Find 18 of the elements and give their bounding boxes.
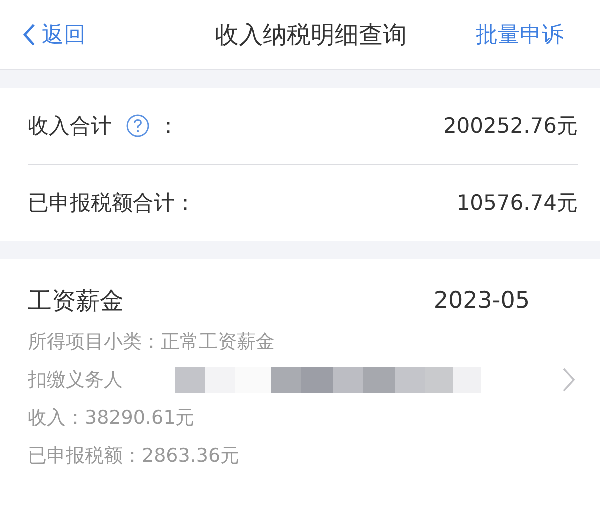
summary-label: 收入合计 bbox=[28, 113, 112, 140]
record-detail: 所得项目小类：正常工资薪金 bbox=[28, 330, 275, 355]
record-title: 工资薪金 bbox=[28, 286, 124, 317]
record-period: 2023-05 bbox=[434, 288, 530, 314]
income-record-card[interactable]: 工资薪金 2023-05 所得项目小类：正常工资薪金 扣缴义务人 收入：38290.61元 已申报税额：2863.36元 bbox=[0, 259, 600, 505]
chevron-right-icon[interactable] bbox=[562, 367, 576, 393]
colon-label: ： bbox=[158, 113, 179, 140]
record-detail: 已申报税额：2863.36元 bbox=[28, 444, 240, 469]
batch-appeal-button[interactable]: 批量申诉 bbox=[476, 20, 564, 50]
help-icon[interactable] bbox=[126, 114, 150, 138]
summary-label: 已申报税额合计： bbox=[28, 190, 196, 217]
summary-value: 10576.74元 bbox=[456, 190, 578, 217]
back-chevron-icon bbox=[22, 22, 36, 46]
summary-value: 200252.76元 bbox=[443, 113, 578, 140]
page-title: 收入纳税明细查询 bbox=[215, 20, 407, 50]
record-detail: 收入：38290.61元 bbox=[28, 406, 195, 431]
record-detail: 扣缴义务人 bbox=[28, 368, 123, 393]
back-button[interactable]: 返回 bbox=[22, 20, 86, 50]
